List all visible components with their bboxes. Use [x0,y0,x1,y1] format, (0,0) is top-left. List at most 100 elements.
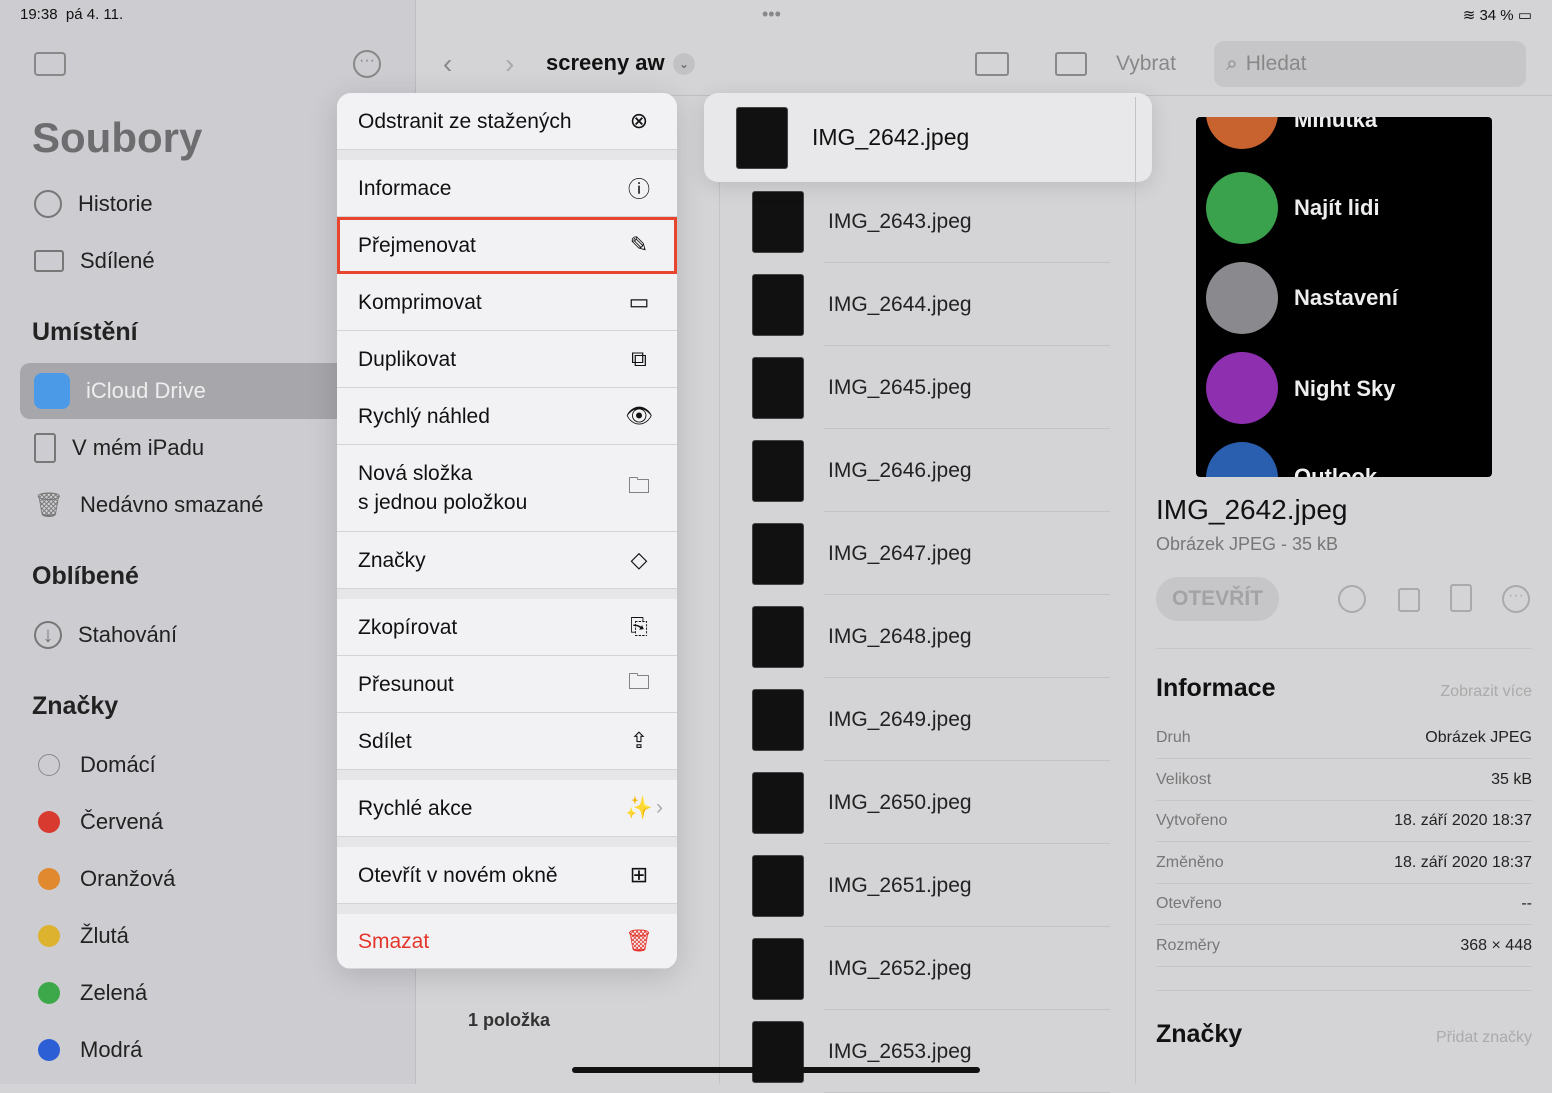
sidebar-title: Soubory [32,114,203,161]
new-folder-icon[interactable] [975,52,1009,76]
file-thumbnail [752,854,804,917]
multitask-dots-icon[interactable]: ••• [762,4,781,25]
sidebar-toggle-icon[interactable] [34,52,66,76]
label: Žlutá [80,923,129,948]
menu-item-label: Informace [358,176,452,200]
forward-icon[interactable]: › [505,48,514,80]
pencil-icon: ✎ [629,232,649,257]
menu-item-share[interactable]: Sdílet ⇪ [337,713,677,770]
file-row[interactable]: IMG_2648.jpeg [720,595,1135,678]
close-circle-icon: ⊗ [629,108,649,133]
open-button[interactable]: OTEVŘÍT [1156,577,1279,621]
toolbar: ‹ › screeny aw ⌄ Vybrat ⌕ Hledat [417,30,1552,96]
watch-app-label: Minutka [1294,117,1378,132]
menu-item-new-folder-with-item[interactable]: Nová složka s jednou položkou 🗀 [337,445,677,532]
menu-item-label: Rychlý náhled [358,404,490,428]
sidebar-item-ipad[interactable]: V mém iPadu [20,420,340,476]
column-view-icon[interactable] [1055,52,1087,76]
info-key: Změněno [1156,853,1224,871]
label: Domácí [80,752,156,777]
menu-item-remove-download[interactable]: Odstranit ze stažených ⊗ [337,93,677,150]
sidebar-item-icloud-drive[interactable]: iCloud Drive [20,363,350,419]
chevron-down-icon[interactable]: ⌄ [673,53,695,75]
file-name: IMG_2643.jpeg [828,209,972,233]
sidebar-item-deleted[interactable]: 🗑 Nedávno smazané [20,477,340,533]
menu-item-delete[interactable]: Smazat 🗑 [337,914,677,969]
sidebar-item-sdilene[interactable]: Sdílené [20,233,340,289]
locations-header: Umístění [32,318,138,346]
sidebar-item-historie[interactable]: Historie [20,176,340,232]
tag-modra[interactable]: Modrá [20,1022,340,1078]
tag-oranzova[interactable]: Oranžová [20,851,340,907]
tag-cervena[interactable]: Červená [20,794,340,850]
file-row[interactable]: IMG_2649.jpeg [720,678,1135,761]
sparkles-icon: ✨ [625,795,653,820]
menu-item-quick-look[interactable]: Rychlý náhled 👁 [337,388,677,445]
file-row[interactable]: IMG_2652.jpeg [720,927,1135,1010]
archive-icon: ▭ [628,289,650,314]
tag-zelena[interactable]: Zelená [20,965,340,1021]
select-button[interactable]: Vybrat [1116,52,1176,76]
tag-dot-icon [38,925,60,947]
file-row[interactable]: IMG_2651.jpeg [720,844,1135,927]
watch-app-label: Night Sky [1294,376,1396,401]
more-actions-icon[interactable]: ··· [1502,585,1530,613]
menu-item-label: Značky [358,548,426,572]
menu-item-copy[interactable]: Zkopírovat ⎘ [337,599,677,656]
more-icon[interactable]: ··· [353,50,381,78]
tags-section-header: Značky [1156,1020,1243,1048]
tag-domaci[interactable]: Domácí [20,737,340,793]
context-menu: Odstranit ze stažených ⊗ Informace ⓘ Přejmen… [337,93,677,969]
menu-item-open-new-window[interactable]: Otevřít v novém okně ⊞ [337,847,677,904]
file-row[interactable]: IMG_2650.jpeg [720,761,1135,844]
sidebar-item-downloads[interactable]: ↓ Stahování [20,607,340,663]
file-thumbnail [752,937,804,1000]
tag-zluta[interactable]: Žlutá [20,908,340,964]
file-row[interactable]: IMG_2653.jpeg [720,1010,1135,1093]
back-icon[interactable]: ‹ [443,48,452,80]
file-thumbnail [752,190,804,253]
menu-item-duplicate[interactable]: Duplikovat ⧉ [337,331,677,388]
rotate-icon[interactable] [1398,588,1420,612]
info-key: Vytvořeno [1156,812,1228,829]
label: Stahování [78,622,178,647]
home-indicator[interactable] [572,1067,980,1073]
info-key: Otevřeno [1156,895,1222,912]
add-tags-link[interactable]: Přidat značky [1436,1029,1532,1047]
info-value: 18. září 2020 18:37 [1394,812,1532,829]
file-row[interactable]: IMG_2645.jpeg [720,346,1135,429]
grid-icon: ⊞ [629,862,649,887]
share-icon: ⇪ [629,728,649,753]
menu-item-tags[interactable]: Značky ◇ [337,532,677,589]
menu-item-info[interactable]: Informace ⓘ [337,160,677,217]
pdf-icon[interactable] [1450,584,1472,612]
file-row[interactable]: IMG_2644.jpeg [720,263,1135,346]
date: pá 4. 11. [65,6,124,23]
file-name: IMG_2649.jpeg [828,707,972,731]
file-row[interactable]: IMG_2647.jpeg [720,512,1135,595]
file-name: IMG_2642.jpeg [812,124,970,150]
file-row[interactable]: IMG_2643.jpeg [720,180,1135,263]
tag-dot-icon [38,811,60,833]
file-name: IMG_2651.jpeg [828,873,972,897]
label: Zelená [80,980,148,1005]
menu-item-quick-actions[interactable]: Rychlé akce ✨ › [337,780,677,837]
tag-dot-icon [38,754,60,776]
file-thumbnail [752,356,804,419]
menu-item-label: Nová složka s jednou položkou [358,462,528,514]
folder-title[interactable]: screeny aw [546,50,665,76]
menu-item-compress[interactable]: Komprimovat ▭ [337,274,677,331]
eye-icon: 👁 [625,403,653,428]
menu-item-move[interactable]: Přesunout 🗀 [337,656,677,713]
selected-file-card[interactable]: IMG_2642.jpeg [704,93,1152,182]
file-row[interactable]: IMG_2646.jpeg [720,429,1135,512]
menu-item-label: Komprimovat [358,290,482,314]
file-thumbnail [752,1020,804,1083]
show-more-link[interactable]: Zobrazit více [1440,683,1532,701]
tag-dot-icon [38,868,60,890]
menu-item-rename[interactable]: Přejmenovat ✎ [337,217,677,274]
label: iCloud Drive [86,378,206,403]
markup-icon[interactable] [1338,585,1366,613]
search-input[interactable]: ⌕ Hledat [1214,41,1526,87]
label: Historie [78,191,153,216]
